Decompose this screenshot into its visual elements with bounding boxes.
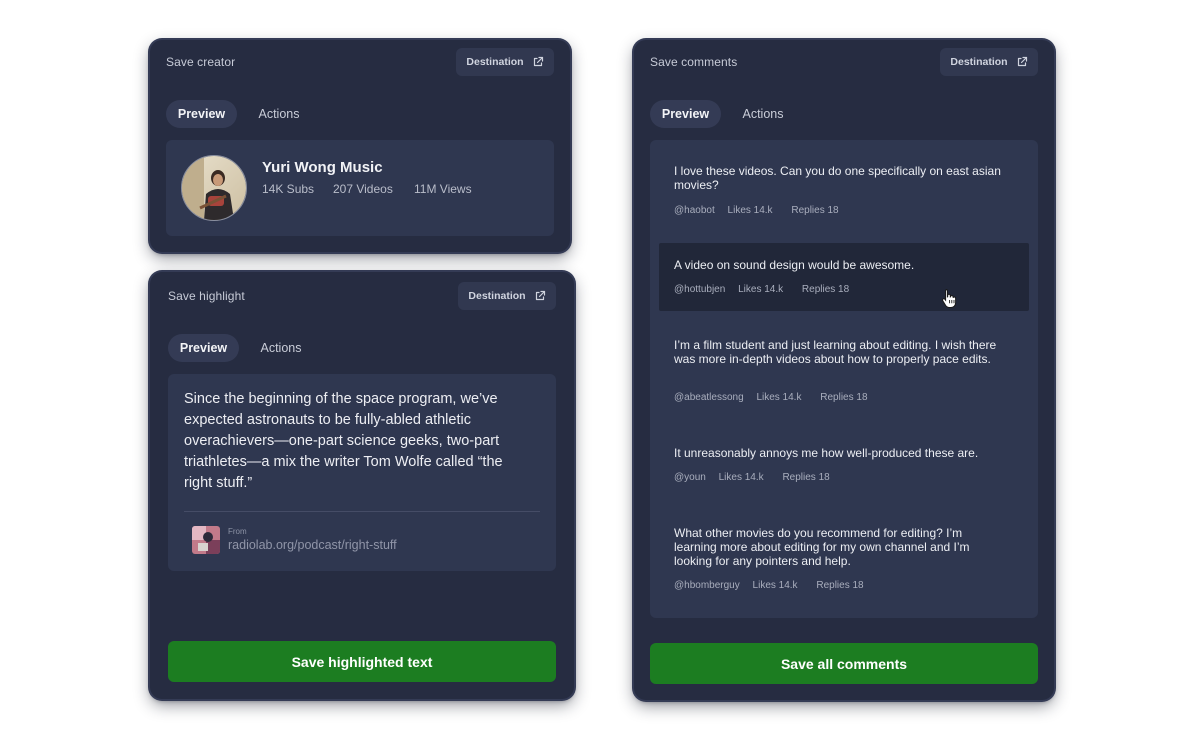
creator-preview-panel: Yuri Wong Music 14K Subs 207 Videos 11M …	[166, 140, 554, 236]
tab-actions[interactable]: Actions	[244, 100, 314, 128]
comment-text: What other movies do you recommend for e…	[674, 526, 970, 568]
destination-label: Destination	[466, 56, 524, 68]
save-highlighted-text-button[interactable]: Save highlighted text	[168, 641, 556, 682]
tab-preview[interactable]: Preview	[168, 334, 239, 362]
comment-user: @hottubjen	[674, 284, 726, 295]
comment-user: @haobot	[674, 205, 715, 216]
from-label: From	[228, 527, 247, 536]
comment-likes: Likes 14.k	[738, 284, 784, 295]
comment-replies: Replies 18	[820, 392, 868, 403]
source-thumbnail	[192, 526, 220, 554]
destination-button[interactable]: Destination	[940, 48, 1038, 76]
comment-item[interactable]: It unreasonably annoys me how well-produ…	[659, 434, 1029, 496]
external-link-icon	[533, 56, 543, 67]
comment-text: It unreasonably annoys me how well-produ…	[674, 446, 979, 460]
comment-likes: Likes 14.k	[727, 205, 773, 216]
destination-button[interactable]: Destination	[458, 282, 556, 310]
creator-name: Yuri Wong Music	[262, 159, 383, 176]
pointer-hand-cursor-icon	[942, 289, 957, 308]
save-highlight-card: Save highlight Destination Preview Actio…	[150, 272, 574, 699]
comment-meta: @haobot Likes 14.k Replies 18	[674, 205, 849, 216]
comment-likes: Likes 14.k	[718, 472, 764, 483]
save-creator-card: Save creator Destination Preview Actions	[150, 40, 570, 252]
comment-replies: Replies 18	[801, 284, 850, 295]
comment-replies: Replies 18	[791, 205, 839, 216]
card-title: Save comments	[650, 55, 738, 69]
comment-text: I love these videos. Can you do one spec…	[674, 164, 1001, 192]
comment-likes: Likes 14.k	[752, 580, 798, 591]
tab-actions[interactable]: Actions	[246, 334, 316, 362]
highlight-quote: Since the beginning of the space program…	[184, 391, 503, 491]
destination-button[interactable]: Destination	[456, 48, 554, 76]
comment-item[interactable]: I’m a film student and just learning abo…	[659, 326, 1029, 416]
destination-label: Destination	[950, 56, 1008, 68]
external-link-icon	[535, 290, 545, 301]
comment-likes: Likes 14.k	[756, 392, 802, 403]
comment-meta: @hottubjen Likes 14.k Replies 18	[674, 284, 859, 295]
comment-replies: Replies 18	[782, 472, 830, 483]
comment-replies: Replies 18	[816, 580, 864, 591]
tab-preview[interactable]: Preview	[650, 100, 721, 128]
comment-meta: @abeatlessong Likes 14.k Replies 18	[674, 392, 878, 403]
divider	[184, 511, 540, 512]
comment-meta: @youn Likes 14.k Replies 18	[674, 472, 840, 483]
card-title: Save creator	[166, 55, 236, 69]
creator-videos: 207 Videos	[333, 182, 393, 196]
comment-user: @abeatlessong	[674, 392, 744, 403]
destination-label: Destination	[468, 290, 526, 302]
card-title: Save highlight	[168, 289, 245, 303]
comment-item[interactable]: A video on sound design would be awesome…	[659, 243, 1029, 311]
comment-user: @hbomberguy	[674, 580, 740, 591]
comment-item[interactable]: What other movies do you recommend for e…	[659, 514, 1029, 604]
comment-text: A video on sound design would be awesome…	[674, 258, 915, 272]
comment-user: @youn	[674, 472, 706, 483]
external-link-icon	[1017, 56, 1027, 67]
creator-avatar	[181, 155, 247, 221]
creator-subs: 14K Subs	[262, 182, 315, 196]
comment-text: I’m a film student and just learning abo…	[674, 338, 997, 366]
source-link[interactable]: radiolab.org/podcast/right-stuff	[228, 538, 397, 552]
tab-actions[interactable]: Actions	[728, 100, 798, 128]
comment-meta: @hbomberguy Likes 14.k Replies 18	[674, 580, 874, 591]
creator-views: 11M Views	[414, 182, 472, 196]
save-all-comments-button[interactable]: Save all comments	[650, 643, 1038, 684]
comment-item[interactable]: I love these videos. Can you do one spec…	[659, 152, 1029, 230]
highlight-preview-panel: Since the beginning of the space program…	[168, 374, 556, 571]
tab-preview[interactable]: Preview	[166, 100, 237, 128]
